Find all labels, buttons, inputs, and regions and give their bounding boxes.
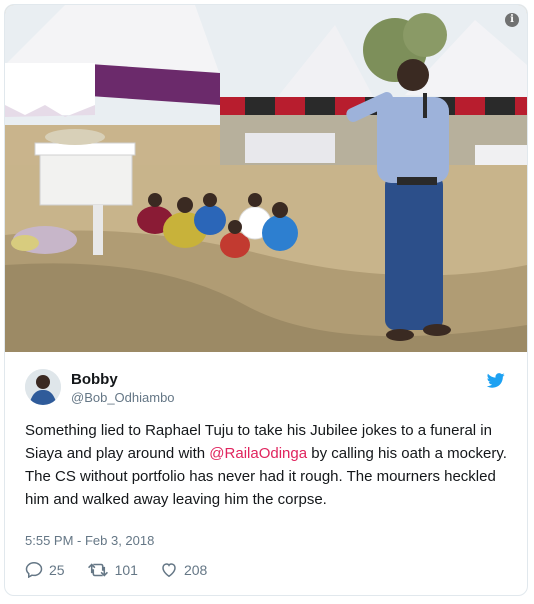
reply-button[interactable]: 25 <box>25 561 65 578</box>
author-names[interactable]: Bobby @Bob_Odhiambo <box>71 371 175 406</box>
mention-link[interactable]: @RailaOdinga <box>209 445 307 462</box>
user-handle[interactable]: @Bob_Odhiambo <box>71 389 175 406</box>
retweet-icon <box>87 562 108 577</box>
tweet-photo[interactable]: i <box>5 5 527 352</box>
retweet-button[interactable]: 101 <box>87 562 138 578</box>
twitter-bird-icon[interactable] <box>486 373 505 393</box>
funeral-photo-illustration <box>5 5 527 352</box>
like-count: 208 <box>183 561 208 578</box>
avatar-image <box>25 369 61 405</box>
avatar[interactable] <box>25 369 61 405</box>
retweet-count: 101 <box>114 561 138 578</box>
info-icon[interactable]: i <box>505 13 519 27</box>
tweet-actions: 25 101 208 <box>25 561 229 578</box>
tweet-text: Something lied to Raphael Tuju to take h… <box>25 419 509 511</box>
tweet-card[interactable]: i Bobby @Bob_Odhiambo Something lied to … <box>4 4 528 596</box>
like-button[interactable]: 208 <box>160 561 207 578</box>
display-name[interactable]: Bobby <box>71 371 175 389</box>
reply-count: 25 <box>49 561 65 578</box>
reply-icon <box>25 561 43 578</box>
tweet-timestamp[interactable]: 5:55 PM - Feb 3, 2018 <box>25 533 154 548</box>
heart-icon <box>162 563 176 578</box>
tweet-header: Bobby @Bob_Odhiambo <box>25 365 507 409</box>
